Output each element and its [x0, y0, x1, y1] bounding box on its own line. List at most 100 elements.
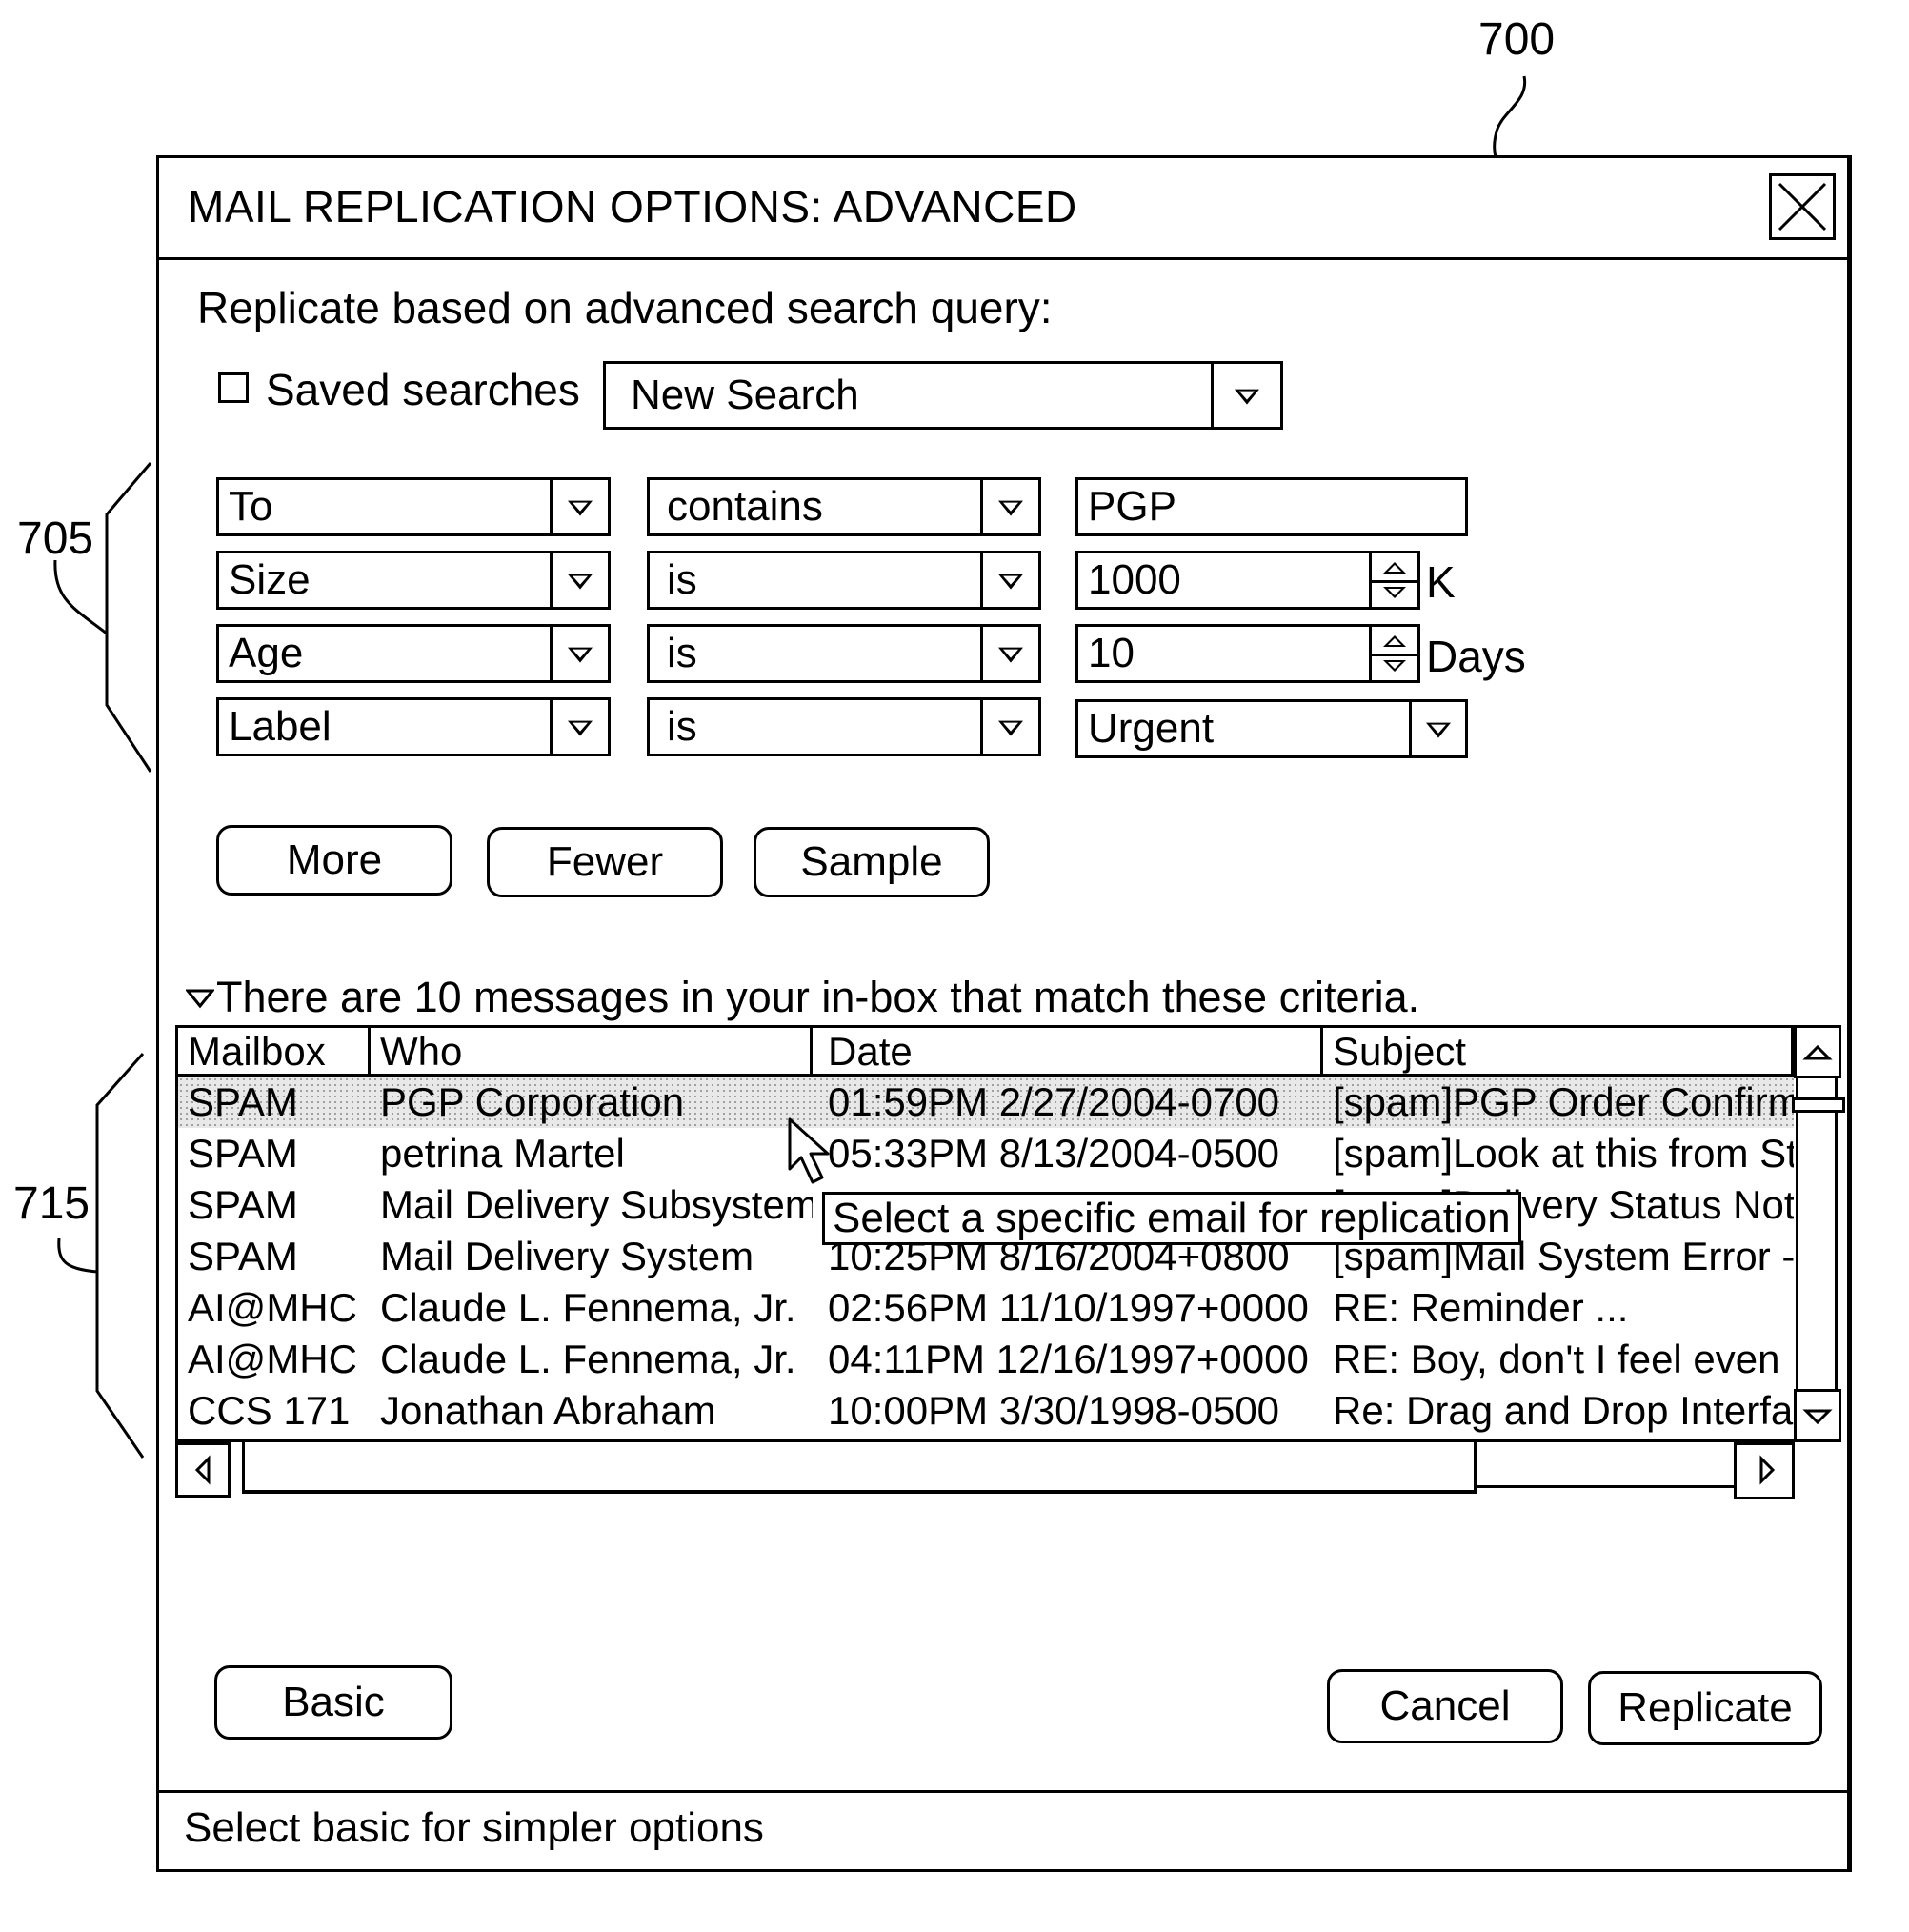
replicate-button[interactable]: Replicate	[1588, 1671, 1822, 1745]
horizontal-scroll-thumb[interactable]	[242, 1442, 1477, 1494]
vertical-scrollbar[interactable]	[1792, 1025, 1845, 1442]
table-row[interactable]: AI@MHC Claude L. Fennema, Jr. 02:56PM 11…	[178, 1282, 1794, 1334]
status-text: Select basic for simpler options	[184, 1804, 764, 1851]
cell-subject: RE: Boy, don't I feel even	[1333, 1337, 1780, 1381]
criteria-value-text: PGP	[1088, 483, 1176, 530]
arrow-up-icon	[1383, 562, 1406, 574]
operator-dropdown-button[interactable]	[980, 700, 1038, 754]
results-table: Mailbox Who Date Subject SPAM PGP Corpor…	[175, 1025, 1845, 1499]
chevron-down-icon	[998, 647, 1023, 663]
disclosure-triangle-icon	[184, 989, 216, 1009]
criteria-field-select-2[interactable]: Size	[216, 551, 611, 610]
vertical-scroll-track[interactable]	[1796, 1078, 1838, 1389]
size-spinner[interactable]	[1369, 553, 1417, 607]
cell-subject: Re: Drag and Drop Interfa	[1333, 1388, 1794, 1433]
age-spinner[interactable]	[1369, 627, 1417, 680]
ref-700: 700	[1478, 14, 1556, 65]
label-value-select[interactable]: Urgent	[1075, 699, 1468, 758]
spinner-up-button[interactable]	[1372, 627, 1417, 656]
table-row[interactable]: SPAM petrina Martel 05:33PM 8/13/2004-05…	[178, 1128, 1794, 1179]
status-bar: Select basic for simpler options	[159, 1790, 1847, 1869]
label-dropdown-button[interactable]	[1409, 702, 1465, 755]
size-spinner-input[interactable]: 1000	[1075, 551, 1420, 610]
criteria-field-value: To	[229, 483, 273, 530]
column-header-who[interactable]: Who	[371, 1028, 813, 1074]
horizontal-scrollbar[interactable]	[175, 1442, 1795, 1499]
fewer-button[interactable]: Fewer	[487, 827, 723, 897]
saved-search-select[interactable]: New Search	[603, 361, 1283, 430]
scroll-down-button[interactable]	[1794, 1389, 1841, 1442]
column-header-date[interactable]: Date	[813, 1028, 1323, 1074]
field-dropdown-button[interactable]	[550, 553, 608, 607]
column-header-mailbox[interactable]: Mailbox	[178, 1028, 371, 1074]
cell-who: Claude L. Fennema, Jr.	[380, 1285, 796, 1330]
results-toggle[interactable]	[184, 987, 216, 1010]
cell-mailbox: AI@MHC	[188, 1285, 357, 1330]
cancel-button[interactable]: Cancel	[1327, 1669, 1563, 1743]
scroll-up-button[interactable]	[1794, 1025, 1841, 1078]
saved-searches-checkbox[interactable]	[218, 372, 249, 403]
cell-subject: [spam]Look at this from St	[1333, 1131, 1794, 1176]
scroll-left-button[interactable]	[175, 1442, 231, 1498]
criteria-operator-select-1[interactable]: contains	[647, 477, 1041, 536]
cell-subject: [spam]PGP Order Confirm	[1333, 1079, 1794, 1124]
criteria-operator-value: is	[667, 703, 697, 750]
criteria-value-input-1[interactable]: PGP	[1075, 477, 1468, 536]
arrow-left-icon	[194, 1455, 211, 1485]
field-dropdown-button[interactable]	[550, 627, 608, 680]
tooltip: Select a specific email for replication	[822, 1192, 1521, 1245]
operator-dropdown-button[interactable]	[980, 553, 1038, 607]
table-row[interactable]: AI@MHC Claude L. Fennema, Jr. 04:11PM 12…	[178, 1334, 1794, 1385]
arrow-right-icon	[1759, 1455, 1776, 1485]
criteria-operator-select-4[interactable]: is	[647, 697, 1041, 756]
cell-mailbox: CCS 171	[188, 1388, 351, 1433]
age-spinner-value: 10	[1088, 630, 1135, 676]
criteria-field-select-4[interactable]: Label	[216, 697, 611, 756]
operator-dropdown-button[interactable]	[980, 480, 1038, 533]
criteria-operator-value: is	[667, 630, 697, 676]
query-heading: Replicate based on advanced search query…	[197, 283, 1053, 332]
spinner-down-button[interactable]	[1372, 654, 1417, 680]
chevron-down-icon	[568, 720, 593, 736]
chevron-down-icon	[998, 500, 1023, 516]
saved-search-dropdown-button[interactable]	[1211, 364, 1280, 427]
criteria-field-value: Size	[229, 556, 311, 603]
field-dropdown-button[interactable]	[550, 480, 608, 533]
cell-date: 05:33PM 8/13/2004-0500	[828, 1131, 1280, 1176]
table-header: Mailbox Who Date Subject	[175, 1025, 1794, 1077]
criteria-operator-select-3[interactable]: is	[647, 624, 1041, 683]
cell-subject: RE: Reminder ...	[1333, 1285, 1629, 1330]
chevron-down-icon	[568, 647, 593, 663]
table-row[interactable]: SPAM PGP Corporation 01:59PM 2/27/2004-0…	[178, 1077, 1794, 1128]
spinner-down-button[interactable]	[1372, 580, 1417, 607]
field-dropdown-button[interactable]	[550, 700, 608, 754]
cell-date: 02:56PM 11/10/1997+0000	[828, 1285, 1309, 1330]
more-button[interactable]: More	[216, 825, 452, 896]
criteria-field-select-1[interactable]: To	[216, 477, 611, 536]
criteria-field-select-3[interactable]: Age	[216, 624, 611, 683]
chevron-down-icon	[998, 720, 1023, 736]
cell-mailbox: SPAM	[188, 1131, 298, 1176]
results-summary: There are 10 messages in your in-box tha…	[216, 973, 1420, 1021]
chevron-down-icon	[1235, 389, 1259, 405]
arrow-up-icon	[1802, 1044, 1833, 1060]
criteria-operator-select-2[interactable]: is	[647, 551, 1041, 610]
horizontal-scroll-track[interactable]	[1477, 1442, 1734, 1488]
close-button[interactable]	[1769, 173, 1836, 240]
cell-date: 04:11PM 12/16/1997+0000	[828, 1337, 1309, 1381]
age-spinner-input[interactable]: 10	[1075, 624, 1420, 683]
sample-button[interactable]: Sample	[754, 827, 990, 897]
criteria-field-value: Age	[229, 630, 304, 676]
chevron-down-icon	[568, 500, 593, 516]
table-row[interactable]: CCS 171 Jonathan Abraham 10:00PM 3/30/19…	[178, 1385, 1794, 1437]
criteria-operator-value: contains	[667, 483, 823, 530]
basic-button[interactable]: Basic	[214, 1665, 452, 1740]
spinner-up-button[interactable]	[1372, 553, 1417, 583]
saved-searches-label: Saved searches	[266, 365, 580, 414]
operator-dropdown-button[interactable]	[980, 627, 1038, 680]
cell-mailbox: SPAM	[188, 1234, 298, 1278]
scroll-right-button[interactable]	[1734, 1442, 1795, 1499]
column-header-subject[interactable]: Subject	[1323, 1028, 1791, 1074]
vertical-scroll-thumb[interactable]	[1792, 1097, 1845, 1113]
table-body: SPAM PGP Corporation 01:59PM 2/27/2004-0…	[175, 1077, 1794, 1442]
